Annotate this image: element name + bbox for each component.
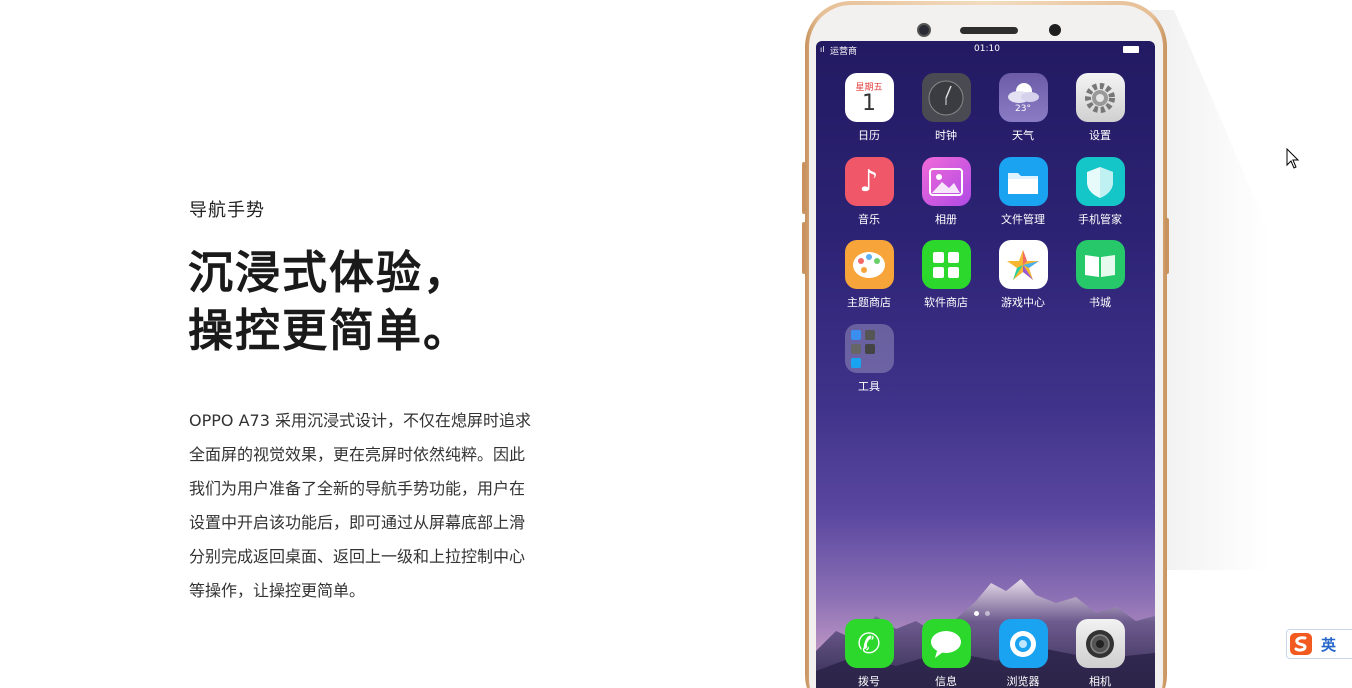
body-line: 全面屏的视觉效果，更在亮屏时依然纯粹。因此 [189, 445, 526, 464]
clock-icon [921, 73, 971, 122]
page-dot [985, 611, 990, 616]
app-phone-manager[interactable]: 手机管家 [1065, 157, 1135, 227]
browser-icon [998, 619, 1048, 668]
app-label: 文件管理 [1001, 213, 1045, 226]
app-label: 设置 [1089, 129, 1111, 142]
body-line: 我们为用户准备了全新的导航手势功能，用户在 [189, 479, 526, 498]
music-note-icon: ♪ [844, 157, 894, 206]
weather-icon: 23° [998, 73, 1048, 122]
app-label: 书城 [1089, 296, 1111, 309]
proximity-sensor [1049, 24, 1061, 36]
front-camera [917, 23, 931, 37]
calendar-icon: 星期五 1 [844, 73, 894, 122]
app-label: 信息 [935, 675, 957, 688]
app-settings[interactable]: 设置 [1065, 73, 1135, 143]
calendar-day: 1 [862, 91, 876, 116]
earpiece-speaker [960, 27, 1018, 34]
dock-dialer[interactable]: ✆ 拨号 [834, 619, 904, 688]
app-clock[interactable]: 时钟 [911, 73, 981, 143]
app-files[interactable]: 文件管理 [988, 157, 1058, 227]
headline: 沉浸式体验， 操控更简单。 [188, 244, 470, 360]
body-line: 等操作，让操控更简单。 [189, 581, 366, 600]
app-label: 天气 [1012, 129, 1034, 142]
status-bar: ıl 运营商 01:10 [816, 41, 1155, 59]
carrier-name: 运营商 [830, 47, 858, 57]
phone-icon: ✆ [844, 619, 894, 668]
book-icon [1075, 240, 1125, 289]
app-software-store[interactable]: 软件商店 [911, 240, 981, 310]
app-tools-folder[interactable]: 工具 [834, 324, 904, 394]
ime-toolbar[interactable]: 英 [1286, 629, 1352, 659]
photo-album-icon [921, 157, 971, 206]
app-label: 手机管家 [1078, 213, 1122, 226]
page-dot [974, 611, 979, 616]
body-paragraph: OPPO A73 采用沉浸式设计，不仅在熄屏时追求 全面屏的视觉效果，更在亮屏时… [189, 404, 579, 608]
dock-messages[interactable]: 信息 [911, 619, 981, 688]
app-theme-store[interactable]: 主题商店 [834, 240, 904, 310]
app-label: 浏览器 [1006, 675, 1040, 688]
app-label: 拨号 [858, 675, 880, 688]
volume-button [802, 222, 806, 274]
headline-line-2: 操控更简单。 [188, 304, 471, 357]
phone-screen: ıl 运营商 01:10 星期五 1 日历 时钟 23° 天气 设置 ♪ 音乐 … [816, 41, 1155, 688]
power-button [1165, 218, 1169, 274]
volume-button [802, 162, 806, 214]
mouse-cursor-icon [1286, 148, 1300, 169]
body-line: 分别完成返回桌面、返回上一级和上拉控制中心 [189, 547, 526, 566]
app-label: 日历 [858, 129, 880, 142]
app-weather[interactable]: 23° 天气 [988, 73, 1058, 143]
game-star-icon [998, 240, 1048, 289]
signal-icon: ıl [820, 45, 825, 54]
ime-language-toggle[interactable]: 英 [1321, 634, 1336, 655]
tools-folder-icon [844, 324, 894, 373]
app-label: 时钟 [935, 129, 957, 142]
app-photos[interactable]: 相册 [911, 157, 981, 227]
app-music[interactable]: ♪ 音乐 [834, 157, 904, 227]
headline-line-1: 沉浸式体验， [188, 246, 471, 299]
app-label: 相册 [935, 213, 957, 226]
app-label: 游戏中心 [1001, 296, 1045, 309]
body-line: OPPO A73 采用沉浸式设计，不仅在熄屏时追求 [189, 411, 531, 430]
app-label: 主题商店 [847, 296, 891, 309]
message-icon [921, 619, 971, 668]
body-line: 设置中开启该功能后，即可通过从屏幕底部上滑 [189, 513, 526, 532]
app-label: 软件商店 [924, 296, 968, 309]
app-label: 工具 [858, 380, 880, 393]
app-book-city[interactable]: 书城 [1065, 240, 1135, 310]
section-label: 导航手势 [189, 200, 265, 221]
page-indicator [974, 601, 996, 620]
weather-temp: 23° [1015, 103, 1031, 114]
status-time: 01:10 [974, 44, 1000, 54]
app-calendar[interactable]: 星期五 1 日历 [834, 73, 904, 143]
folder-icon [998, 157, 1048, 206]
palette-icon [844, 240, 894, 289]
app-label: 相机 [1089, 675, 1111, 688]
app-game-center[interactable]: 游戏中心 [988, 240, 1058, 310]
app-label: 音乐 [858, 213, 880, 226]
dock-camera[interactable]: 相机 [1065, 619, 1135, 688]
phone-shadow [1150, 10, 1270, 570]
shield-icon [1075, 157, 1125, 206]
app-store-grid-icon [921, 240, 971, 289]
battery-icon [1123, 46, 1139, 53]
dock-browser[interactable]: 浏览器 [988, 619, 1058, 688]
camera-icon [1075, 619, 1125, 668]
settings-gear-icon [1075, 73, 1125, 122]
sogou-logo-icon[interactable] [1289, 632, 1313, 656]
